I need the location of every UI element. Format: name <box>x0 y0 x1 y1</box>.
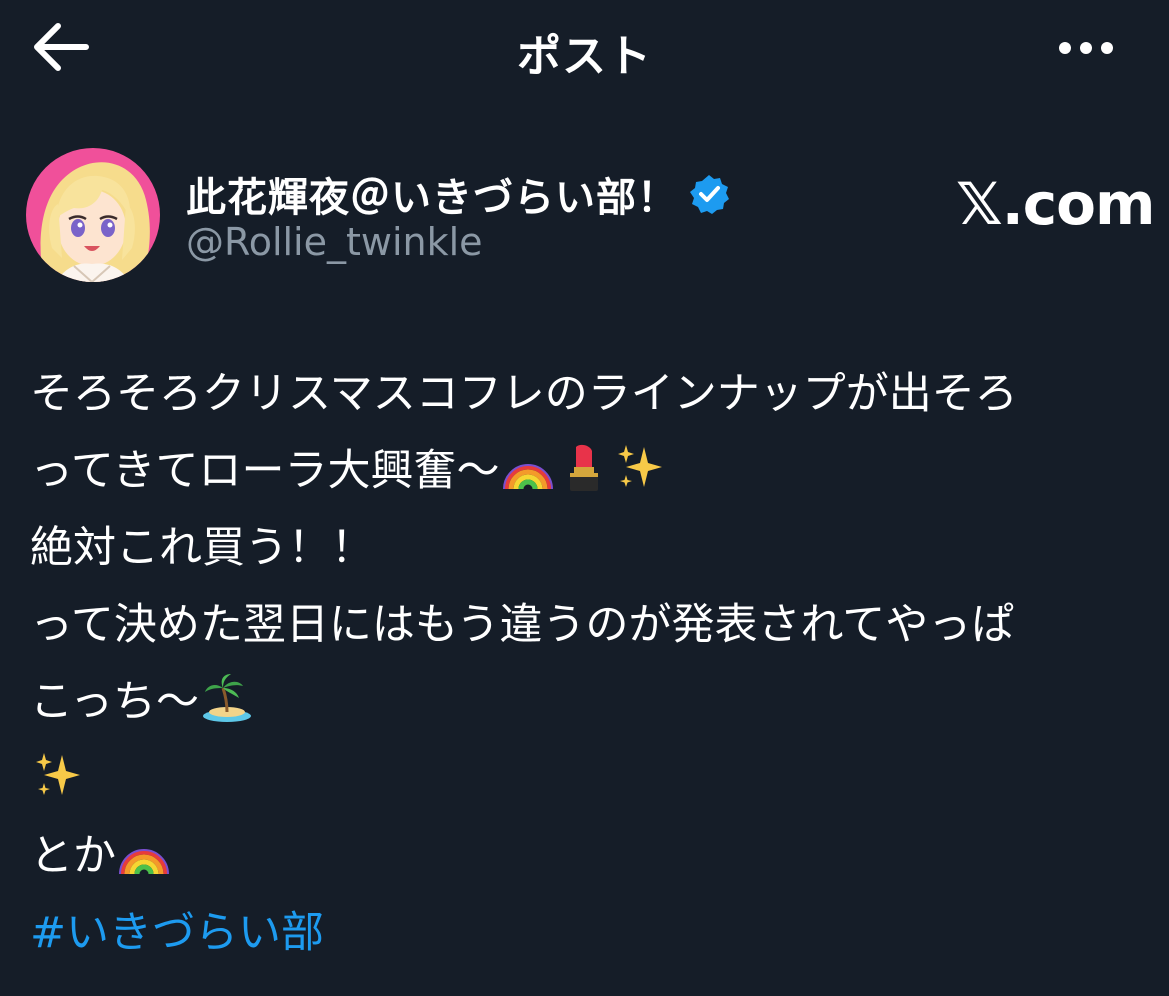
post-line-6 <box>30 741 1140 818</box>
verified-badge-icon <box>690 175 729 214</box>
post-line-4: って決めた翌日にはもう違うのが発表されてやっぱ <box>30 600 1015 650</box>
author-handle[interactable]: @Rollie_twinkle <box>186 220 483 264</box>
rainbow-icon <box>502 464 553 490</box>
page-title: ポスト <box>517 31 652 82</box>
rainbow-icon <box>119 849 169 875</box>
avatar[interactable] <box>26 148 160 282</box>
lipstick-icon <box>569 444 598 491</box>
post-line-5: こっち〜 <box>30 664 1140 741</box>
hashtag-link[interactable]: #いきづらい部 <box>30 895 1140 972</box>
post-line-7: とか <box>30 818 1140 895</box>
post-line-3: 絶対これ買う！！ <box>30 523 374 573</box>
desert-island-icon <box>203 674 251 722</box>
post-line-2: ってきてローラ大興奮〜 <box>30 433 1140 510</box>
post-line-1: そろそろクリスマスコフレのラインナップが出そろ <box>30 369 1018 419</box>
sparkles-icon <box>617 445 662 487</box>
more-horizontal-icon <box>1059 42 1113 54</box>
post-detail-screen: ポスト 此花輝夜＠いきづらい部！ @Rollie_twinkle 𝕏.com そ… <box>0 0 1169 996</box>
display-name-row[interactable]: 此花輝夜＠いきづらい部！ <box>186 166 730 222</box>
post-text: そろそろクリスマスコフレのラインナップが出そろ ってきてローラ大興奮〜 絶対これ… <box>30 356 1140 972</box>
more-options-button[interactable] <box>1050 28 1122 68</box>
sparkles-icon <box>36 753 80 795</box>
author-header: 此花輝夜＠いきづらい部！ @Rollie_twinkle 𝕏.com <box>26 148 1155 288</box>
display-name: 此花輝夜＠いきづらい部！ <box>186 175 678 221</box>
xcom-watermark: 𝕏.com <box>956 170 1155 238</box>
top-bar: ポスト <box>0 0 1169 96</box>
avatar-image <box>26 148 160 282</box>
